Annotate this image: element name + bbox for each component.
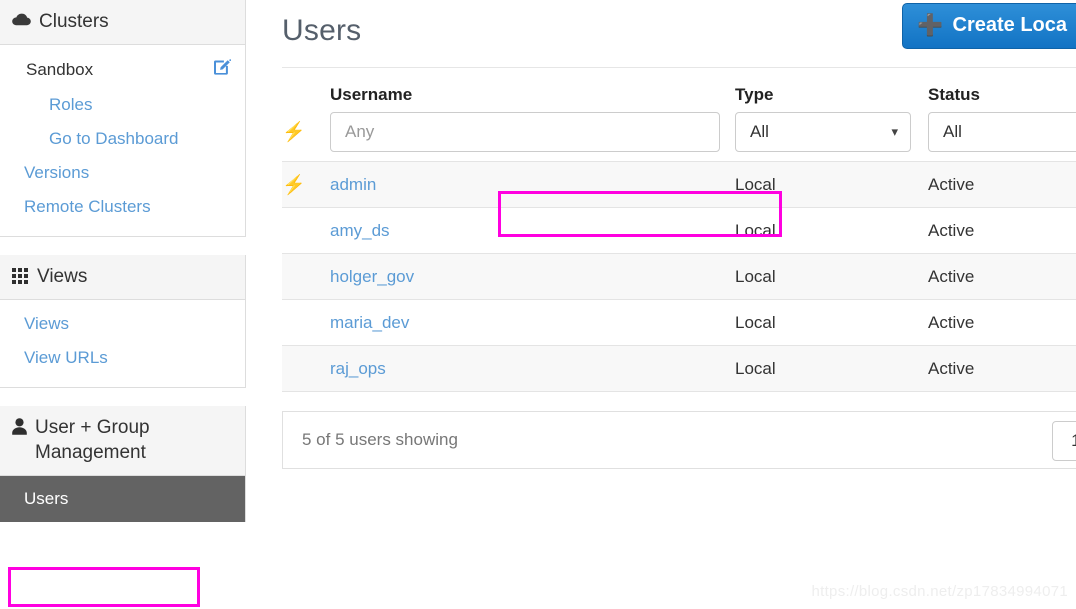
table-row[interactable]: ⚡ admin Local Active bbox=[282, 161, 1076, 208]
row-status-cell: Active bbox=[928, 253, 1076, 300]
watermark-text: https://blog.csdn.net/zp17834994071 bbox=[811, 583, 1068, 600]
sidebar-item-view-urls[interactable]: View URLs bbox=[0, 341, 245, 375]
sidebar-item-versions-label: Versions bbox=[24, 163, 90, 183]
user-link[interactable]: admin bbox=[330, 175, 376, 194]
row-type-cell: Local bbox=[735, 253, 928, 300]
results-count-text: 5 of 5 users showing bbox=[302, 430, 458, 449]
row-bolt-cell bbox=[282, 299, 330, 346]
chevron-down-icon: ▾ bbox=[891, 124, 898, 139]
status-filter-select[interactable]: All bbox=[928, 112, 1076, 152]
sidebar-item-go-to-dashboard-label: Go to Dashboard bbox=[49, 129, 179, 149]
lightning-bolt-icon: ⚡ bbox=[282, 174, 306, 196]
row-status-cell: Active bbox=[928, 345, 1076, 392]
row-type-cell: Local bbox=[735, 207, 928, 254]
type-filter-select[interactable]: All ▾ bbox=[735, 112, 911, 152]
sidebar-item-sandbox[interactable]: Sandbox bbox=[0, 52, 245, 88]
sidebar-header-user-group-management-label: User + Group Management bbox=[35, 417, 150, 464]
table-row[interactable]: maria_dev Local Active bbox=[282, 299, 1076, 346]
create-local-user-button-label: Create Loca bbox=[952, 14, 1068, 36]
sidebar-header-clusters-label: Clusters bbox=[39, 11, 109, 32]
row-username-cell: admin bbox=[330, 161, 735, 208]
row-bolt-cell bbox=[282, 207, 330, 254]
column-header-type: Type bbox=[735, 85, 774, 104]
users-table-head: Username Type Status ⚡ All bbox=[282, 85, 1076, 162]
table-footer: 5 of 5 users showing 10 ▾ Previous 1 N bbox=[282, 411, 1076, 469]
sidebar-item-users[interactable]: Users bbox=[0, 476, 245, 523]
page-size-select[interactable]: 10 ▾ bbox=[1052, 421, 1076, 461]
sidebar-item-sandbox-label: Sandbox bbox=[26, 60, 94, 80]
row-bolt-cell: ⚡ bbox=[282, 161, 330, 208]
filter-type-cell: All ▾ bbox=[735, 112, 928, 162]
person-icon bbox=[12, 418, 27, 435]
pagination-controls: 10 ▾ Previous 1 N bbox=[1052, 421, 1076, 461]
cloud-icon bbox=[12, 12, 31, 26]
row-username-cell: raj_ops bbox=[330, 345, 735, 392]
filter-row: ⚡ All ▾ All bbox=[282, 112, 1076, 162]
users-table-container: Username Type Status ⚡ All bbox=[282, 85, 1076, 469]
create-local-user-button[interactable]: ➕ Create Loca bbox=[902, 3, 1076, 49]
row-username-cell: holger_gov bbox=[330, 253, 735, 300]
table-row[interactable]: amy_ds Local Active bbox=[282, 207, 1076, 254]
sidebar-item-users-label: Users bbox=[24, 489, 69, 509]
plus-icon: ➕ bbox=[917, 14, 944, 37]
row-bolt-cell bbox=[282, 345, 330, 392]
user-link[interactable]: amy_ds bbox=[330, 221, 390, 240]
sidebar-item-views-label: Views bbox=[24, 314, 70, 334]
column-header-username: Username bbox=[330, 85, 413, 104]
table-row[interactable]: raj_ops Local Active bbox=[282, 345, 1076, 392]
header-bolt-spacer bbox=[282, 85, 330, 112]
sidebar: Clusters Sandbox Roles Go to Dashboard V… bbox=[0, 0, 246, 609]
sidebar-item-views[interactable]: Views bbox=[0, 307, 245, 341]
row-username-cell: amy_ds bbox=[330, 207, 735, 254]
sidebar-views-items: Views View URLs bbox=[0, 300, 245, 387]
page-size-value: 10 bbox=[1071, 431, 1076, 450]
sidebar-item-roles-label: Roles bbox=[49, 95, 93, 115]
users-table: Username Type Status ⚡ All bbox=[282, 85, 1076, 392]
user-link[interactable]: raj_ops bbox=[330, 359, 386, 378]
lightning-bolt-icon: ⚡ bbox=[282, 122, 306, 143]
username-filter-input[interactable] bbox=[330, 112, 720, 152]
sidebar-header-user-group-management: User + Group Management bbox=[0, 406, 245, 477]
sidebar-panel-clusters: Clusters Sandbox Roles Go to Dashboard V… bbox=[0, 0, 246, 238]
sidebar-clusters-items: Sandbox Roles Go to Dashboard Versions R… bbox=[0, 45, 245, 236]
row-status-cell: Active bbox=[928, 161, 1076, 208]
row-type-cell: Local bbox=[735, 345, 928, 392]
user-link[interactable]: maria_dev bbox=[330, 313, 409, 332]
app-root: Clusters Sandbox Roles Go to Dashboard V… bbox=[0, 0, 1076, 609]
type-filter-value: All bbox=[750, 122, 769, 141]
users-table-body: ⚡ admin Local Active amy_ds Local Active… bbox=[282, 161, 1076, 392]
sidebar-item-versions[interactable]: Versions bbox=[0, 156, 245, 190]
sidebar-panel-views: Views Views View URLs bbox=[0, 255, 246, 389]
grid-icon bbox=[12, 267, 29, 285]
highlight-box-users bbox=[8, 567, 200, 607]
sidebar-item-view-urls-label: View URLs bbox=[24, 348, 108, 368]
table-row[interactable]: holger_gov Local Active bbox=[282, 253, 1076, 300]
filter-username-cell bbox=[330, 112, 735, 162]
status-filter-value: All bbox=[943, 122, 962, 141]
column-header-status: Status bbox=[928, 85, 980, 104]
row-bolt-cell bbox=[282, 253, 330, 300]
sidebar-header-views: Views bbox=[0, 255, 245, 301]
row-type-cell: Local bbox=[735, 299, 928, 346]
sidebar-header-clusters: Clusters bbox=[0, 0, 245, 46]
sidebar-header-views-label: Views bbox=[37, 266, 88, 288]
title-divider bbox=[282, 67, 1076, 68]
row-type-cell: Local bbox=[735, 161, 928, 208]
main-content: Users ➕ Create Loca Username Type Status bbox=[246, 0, 1076, 609]
row-username-cell: maria_dev bbox=[330, 299, 735, 346]
sidebar-item-roles[interactable]: Roles bbox=[0, 88, 245, 122]
sidebar-item-go-to-dashboard[interactable]: Go to Dashboard bbox=[0, 122, 245, 156]
filter-bolt-cell: ⚡ bbox=[282, 112, 330, 162]
edit-square-icon[interactable] bbox=[214, 59, 232, 81]
user-link[interactable]: holger_gov bbox=[330, 267, 414, 286]
column-header-row: Username Type Status bbox=[282, 85, 1076, 112]
row-status-cell: Active bbox=[928, 207, 1076, 254]
sidebar-item-remote-clusters[interactable]: Remote Clusters bbox=[0, 190, 245, 224]
sidebar-panel-user-group-management: User + Group Management Users bbox=[0, 406, 246, 523]
row-status-cell: Active bbox=[928, 299, 1076, 346]
filter-status-cell: All bbox=[928, 112, 1076, 162]
sidebar-gap-1 bbox=[0, 237, 246, 256]
sidebar-item-remote-clusters-label: Remote Clusters bbox=[24, 197, 151, 217]
sidebar-gap-2 bbox=[0, 388, 246, 407]
